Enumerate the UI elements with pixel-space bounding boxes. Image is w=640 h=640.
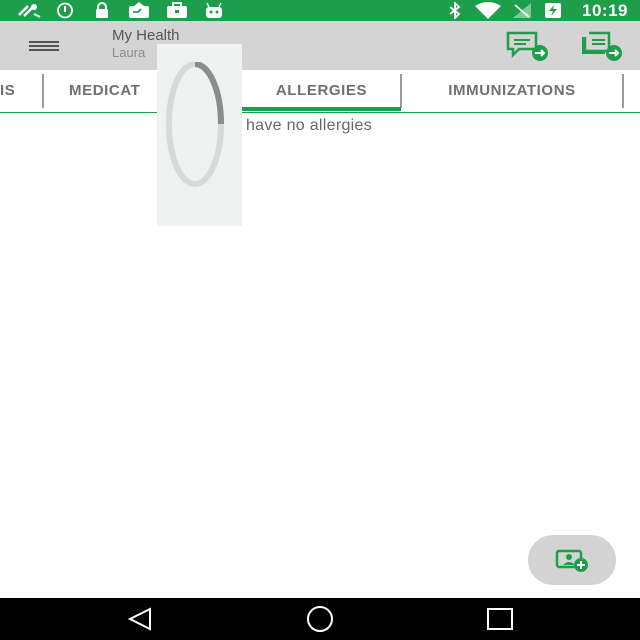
tab-label: IS xyxy=(0,82,16,99)
briefcase-icon xyxy=(167,2,187,18)
home-icon xyxy=(307,606,333,632)
tab-immunizations[interactable]: IMMUNIZATIONS xyxy=(402,70,622,112)
send-message-icon xyxy=(506,31,548,61)
patient-name: Laura xyxy=(112,45,146,60)
menu-button[interactable] xyxy=(22,33,66,59)
tab-label: MEDICAT xyxy=(69,82,141,99)
status-bar: 10:19 xyxy=(0,0,640,21)
loading-overlay xyxy=(157,44,242,226)
tab-partial-left[interactable]: IS xyxy=(0,70,40,112)
clock: 10:19 xyxy=(582,1,628,20)
wifi-icon xyxy=(475,2,501,19)
android-icon xyxy=(206,2,222,18)
battery-charging-icon xyxy=(545,3,561,18)
send-document-button[interactable] xyxy=(579,29,625,61)
app-bar: My Health Laura xyxy=(0,21,640,70)
back-button[interactable] xyxy=(120,604,160,634)
circle-info-icon xyxy=(57,2,73,19)
message-icon xyxy=(129,2,149,18)
send-message-button[interactable] xyxy=(505,29,551,61)
tab-label: ALLERGIES xyxy=(275,82,368,99)
back-icon xyxy=(127,607,151,631)
tab-selected-indicator xyxy=(242,107,401,111)
hamburger-menu-icon xyxy=(29,41,59,51)
signal-icon xyxy=(513,3,531,18)
satellite-icon xyxy=(18,4,41,18)
empty-state-message: u have no allergies xyxy=(232,117,373,134)
loading-spinner-icon xyxy=(166,62,224,187)
lock-icon xyxy=(96,2,108,18)
home-button[interactable] xyxy=(300,604,340,634)
system-nav-bar xyxy=(0,598,640,640)
page-title: My Health xyxy=(112,27,180,44)
recents-icon xyxy=(487,608,513,630)
send-document-icon xyxy=(582,31,622,61)
add-allergy-fab[interactable] xyxy=(528,535,616,585)
tab-label: IMMUNIZATIONS xyxy=(448,82,576,99)
recents-button[interactable] xyxy=(480,604,520,634)
add-contact-card-icon xyxy=(555,549,588,572)
tab-allergies[interactable]: ALLERGIES xyxy=(242,70,401,112)
tab-divider xyxy=(622,74,624,108)
bluetooth-icon xyxy=(449,2,461,19)
tab-divider xyxy=(42,74,44,108)
